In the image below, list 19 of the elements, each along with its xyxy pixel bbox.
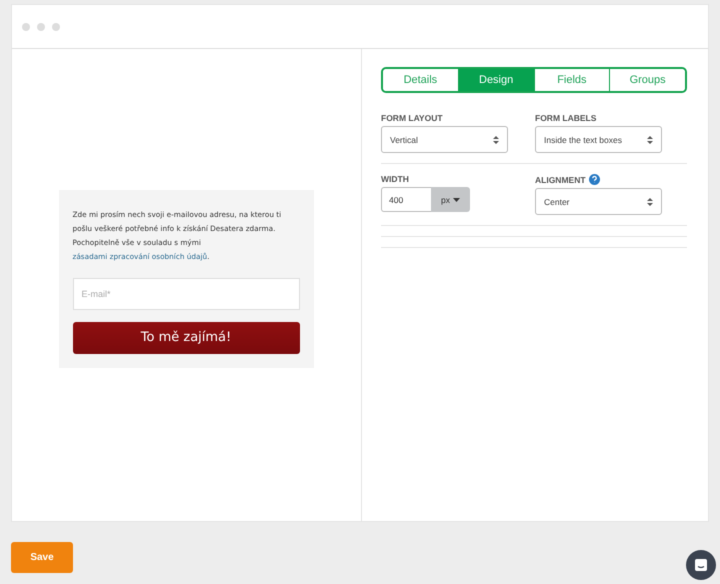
field-label: FORM LAYOUT	[381, 113, 443, 123]
help-icon[interactable]	[588, 174, 600, 185]
window-dot-icon	[37, 22, 45, 30]
field-label: WIDTH	[381, 174, 409, 184]
submit-button[interactable]: To mě zajímá!	[72, 322, 300, 354]
field-label: FORM LABELS	[535, 113, 596, 123]
field-label: ALIGNMENT	[535, 174, 586, 184]
select-arrows-icon	[647, 196, 653, 206]
chat-icon[interactable]	[686, 550, 716, 580]
email-field[interactable]: E-mail*	[72, 278, 300, 310]
unit-dropdown[interactable]: px	[431, 187, 470, 212]
select-field[interactable]: Center	[535, 188, 662, 215]
select-field[interactable]: Inside the text boxes	[535, 126, 662, 153]
window-dot-icon	[52, 22, 60, 30]
select-arrows-icon	[647, 134, 653, 144]
window-dot-icon	[22, 22, 30, 30]
select-arrows-icon	[493, 134, 499, 144]
caret-icon	[452, 198, 460, 202]
select-field[interactable]: Vertical	[381, 126, 508, 153]
